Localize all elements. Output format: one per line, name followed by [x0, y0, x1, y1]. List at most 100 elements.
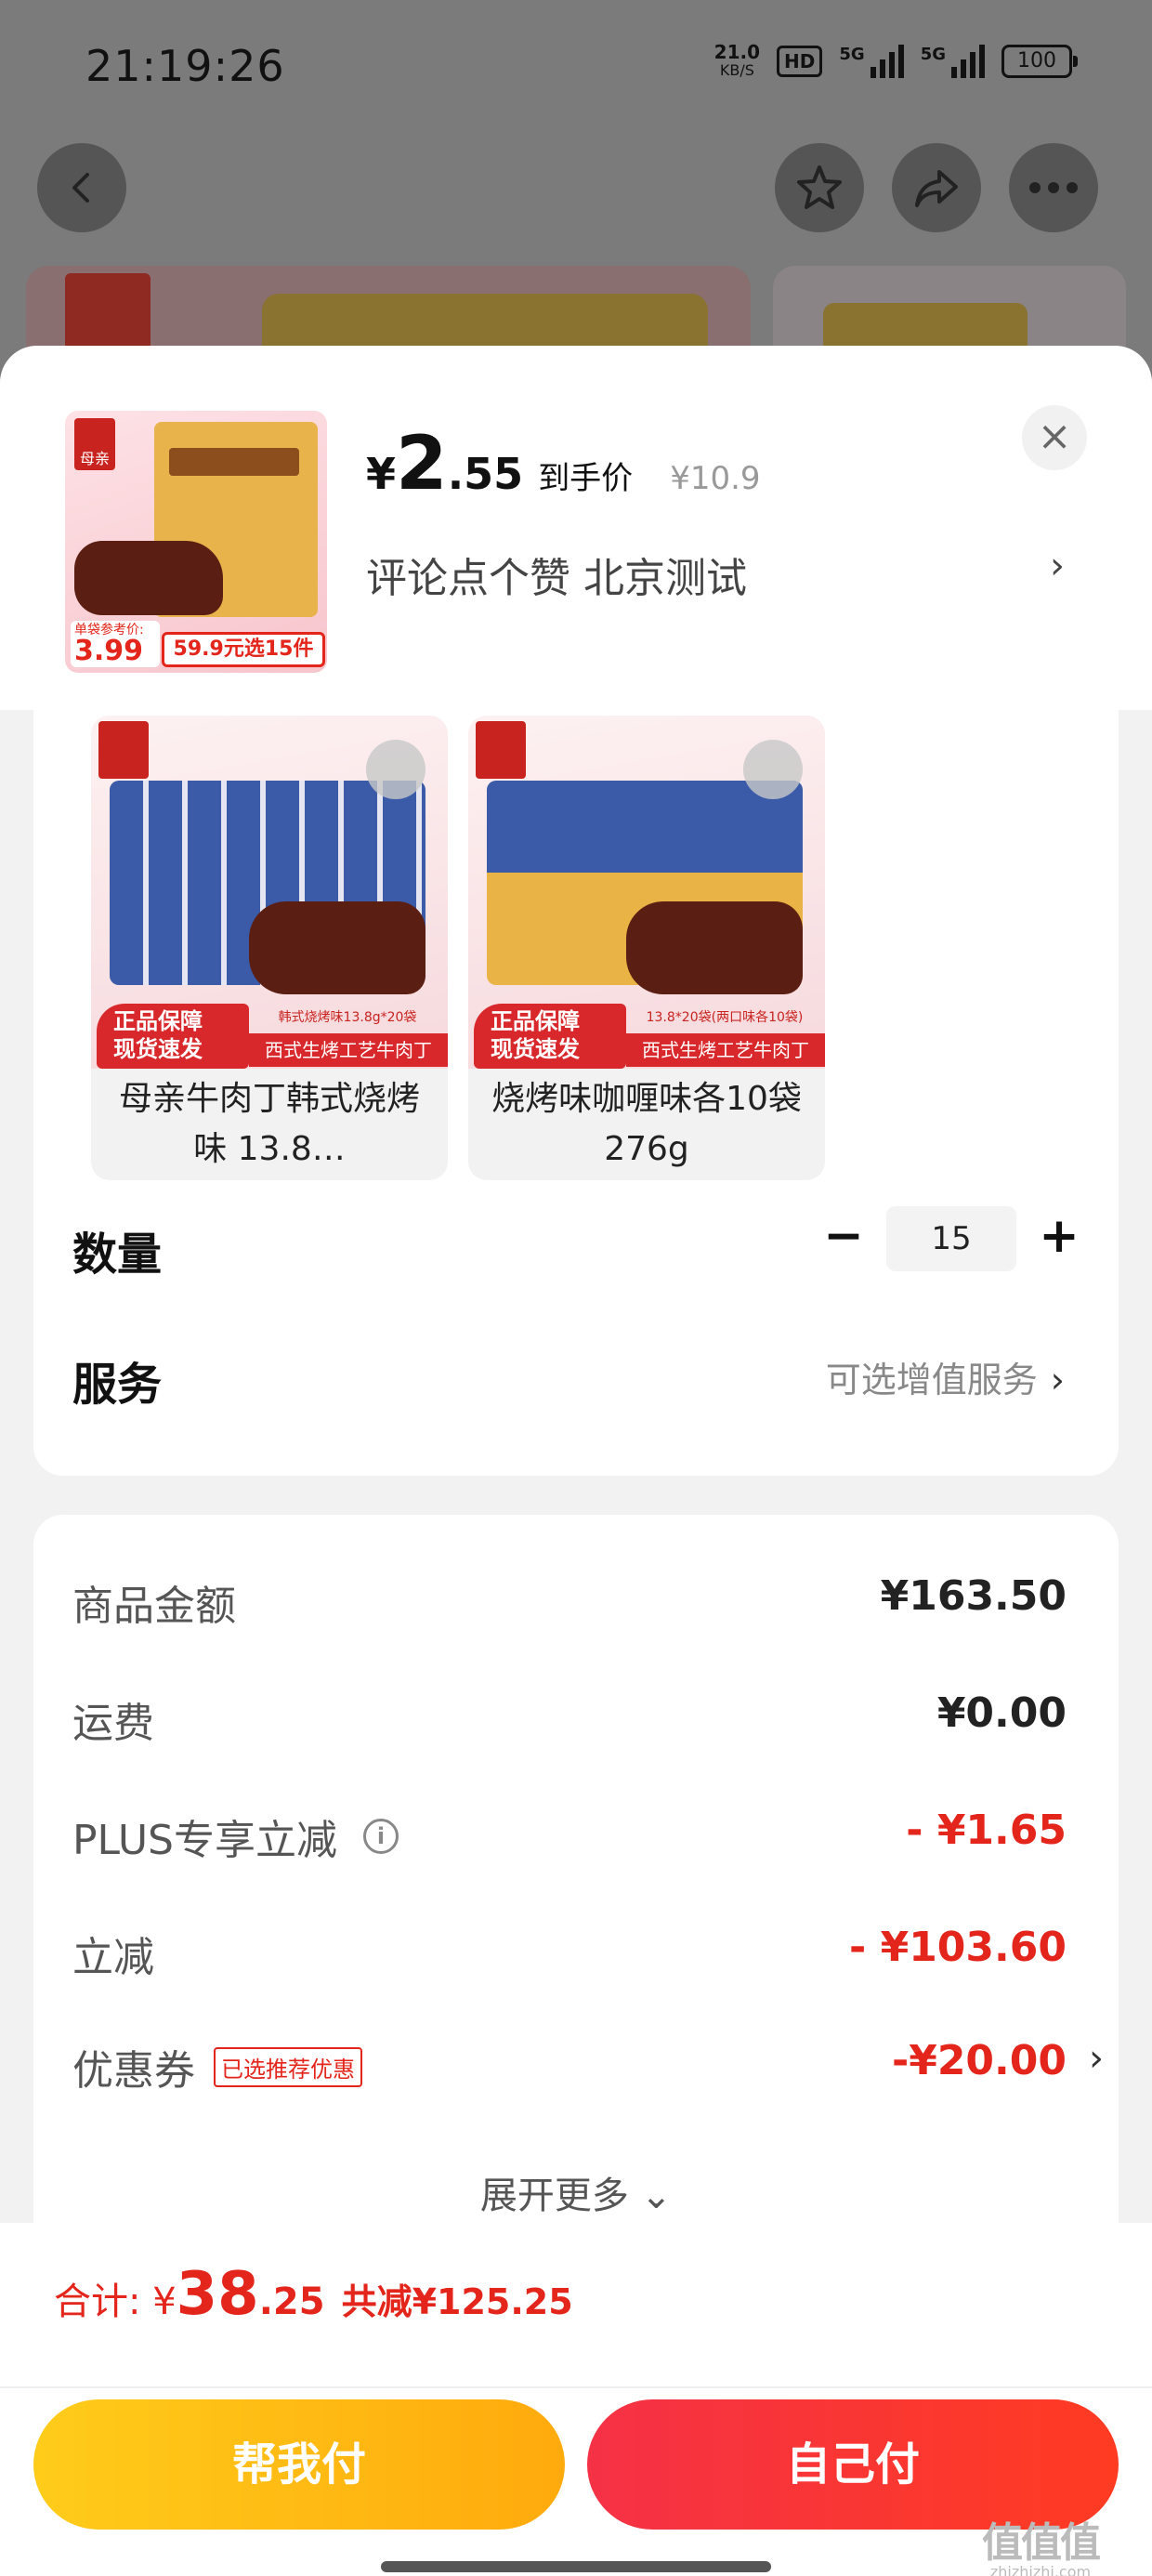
meat-image [74, 541, 223, 615]
fee-value: ¥0.00 [936, 1689, 1067, 1737]
fee-row: 运费 ¥0.00 [72, 1689, 1067, 1755]
promo-badge: 59.9元选15件 [162, 632, 325, 667]
variant-sub: 西式生烤工艺牛肉丁 [626, 1033, 825, 1067]
total-label: 合计: ¥ [54, 2280, 177, 2323]
divider [0, 2386, 1152, 2388]
price-currency: ¥ [366, 449, 397, 499]
ref-price: 3.99 [74, 635, 144, 667]
coupon-tag: 已选推荐优惠 [214, 2046, 362, 2087]
price-breakdown-card: 商品金额 ¥163.50 运费 ¥0.00 PLUS专享立减 i - ¥1.65 … [33, 1515, 1119, 2258]
chevron-right-icon: › [1089, 2037, 1104, 2080]
fee-value: ¥163.50 [880, 1572, 1067, 1620]
increase-button[interactable]: + [1031, 1208, 1087, 1264]
service-label: 服务 [72, 1359, 163, 1411]
fee-value: - ¥1.65 [906, 1807, 1067, 1854]
favorite-button[interactable] [775, 143, 864, 232]
variant-desc: 13.8*20袋(两口味各10袋) [646, 1010, 804, 1025]
original-price: ¥10.9 [670, 460, 761, 497]
brand-logo: 母亲 [74, 418, 115, 470]
coupon-row[interactable]: 优惠券 已选推荐优惠 -¥20.00 › [72, 2037, 1104, 2102]
total-integer: 38 [176, 2260, 259, 2329]
variant-sub: 西式生烤工艺牛肉丁 [249, 1033, 448, 1067]
signal-icon-2: 5G [921, 45, 985, 78]
watermark-text: 值值值 [982, 2519, 1101, 2567]
status-icons: 21.0 KB/S HD 5G 5G 100 [714, 43, 1078, 80]
net-speed-unit: KB/S [719, 61, 754, 79]
selected-spec[interactable]: 评论点个赞 北京测试 [366, 545, 747, 604]
fee-label: 商品金额 [72, 1583, 236, 1630]
price-row: ¥ 2 .55 到手价 ¥10.9 [366, 420, 761, 506]
fee-row: 商品金额 ¥163.50 [72, 1572, 1067, 1637]
fee-label: 运费 [72, 1700, 154, 1747]
guarantee-line-2: 现货速发 [113, 1036, 203, 1062]
variant-desc: 韩式烧烤味13.8g*20袋 [278, 1010, 417, 1025]
variant-image: 正品保障 现货速发 13.8*20袋(两口味各10袋) 西式生烤工艺牛肉丁 [468, 716, 825, 1069]
chevron-right-icon: › [1050, 1360, 1065, 1400]
back-button[interactable] [37, 143, 126, 232]
status-time: 21:19:26 [85, 41, 285, 91]
meat-image [249, 901, 425, 994]
info-icon[interactable]: i [363, 1819, 399, 1854]
signal-icon: 5G [839, 45, 904, 78]
decrease-button[interactable]: − [816, 1208, 871, 1264]
share-button[interactable] [892, 143, 981, 232]
fee-label: PLUS专享立减 i [72, 1807, 399, 1866]
fee-label: 优惠券 已选推荐优惠 [72, 2037, 362, 2096]
fee-label: 立减 [72, 1934, 154, 1981]
close-icon: × [1037, 413, 1072, 460]
fee-row: PLUS专享立减 i - ¥1.65 [72, 1807, 1067, 1872]
guarantee-line-1: 正品保障 [491, 1008, 580, 1034]
total-savings: 共减¥125.25 [341, 2281, 573, 2322]
plus-discount-label: PLUS专享立减 [72, 1817, 337, 1864]
pack-label [169, 448, 299, 476]
status-bar: 21:19:26 21.0 KB/S HD 5G 5G 100 [0, 0, 1152, 139]
purchase-sheet: 母亲 单袋参考价: 3.99元 59.9元选15件 ¥ 2 .55 到手价 ¥1… [0, 346, 1152, 2576]
total-price: 合计: ¥ 38 .25 共减¥125.25 [54, 2260, 573, 2329]
variant-name: 母亲牛肉丁韩式烧烤味 13.8… [118, 1080, 420, 1168]
meat-image [626, 901, 803, 994]
hd-icon: HD [777, 46, 823, 77]
close-button[interactable]: × [1022, 405, 1087, 470]
net-speed-value: 21.0 [713, 41, 761, 63]
guarantee-badge: 正品保障 现货速发 [97, 1004, 249, 1069]
fee-value: -¥20.00 [891, 2037, 1067, 2084]
expand-icon[interactable] [366, 740, 425, 799]
fee-row: 立减 - ¥103.60 [72, 1924, 1067, 1989]
variant-option[interactable]: 正品保障 现货速发 韩式烧烤味13.8g*20袋 西式生烤工艺牛肉丁 母亲牛肉丁韩… [91, 716, 448, 1180]
more-button[interactable] [1009, 143, 1098, 232]
guarantee-line-2: 现货速发 [491, 1036, 580, 1062]
brand-logo [98, 721, 149, 779]
coupon-label: 优惠券 [72, 2047, 195, 2095]
expand-more-button[interactable]: 展开更多 ⌄ [33, 2165, 1119, 2219]
quantity-label: 数量 [72, 1229, 163, 1281]
share-icon [915, 170, 958, 207]
signal-label: 5G [839, 45, 865, 64]
product-thumbnail[interactable]: 母亲 单袋参考价: 3.99元 59.9元选15件 [65, 411, 327, 673]
pay-for-me-button[interactable]: 帮我付 [33, 2399, 565, 2530]
service-value: 可选增值服务 [825, 1360, 1038, 1400]
background-page: 21:19:26 21.0 KB/S HD 5G 5G 100 [0, 0, 1152, 396]
chevron-left-icon [72, 173, 89, 203]
reference-price: 单袋参考价: 3.99元 [71, 621, 160, 667]
watermark-sub: zhizhizhi.com [989, 2563, 1092, 2576]
options-card: 正品保障 现货速发 韩式烧烤味13.8g*20袋 西式生烤工艺牛肉丁 母亲牛肉丁韩… [33, 710, 1119, 1476]
variant-name: 烧烤味咖喱味各10袋 276g [491, 1080, 802, 1168]
service-selector[interactable]: 可选增值服务 › [826, 1351, 1065, 1402]
expand-icon[interactable] [743, 740, 803, 799]
price-decimal: .55 [447, 449, 524, 499]
guarantee-badge: 正品保障 现货速发 [474, 1004, 626, 1069]
home-indicator[interactable] [381, 2561, 771, 2572]
price-tag: 到手价 [538, 460, 634, 497]
guarantee-line-1: 正品保障 [113, 1008, 203, 1034]
star-icon [797, 165, 842, 209]
battery-icon: 100 [1001, 45, 1078, 78]
more-dots-icon [1029, 182, 1078, 193]
fee-value: - ¥103.60 [849, 1924, 1067, 1971]
chevron-right-icon[interactable]: › [1050, 545, 1065, 587]
signal-label-2: 5G [920, 45, 946, 64]
sheet-header: 母亲 单袋参考价: 3.99元 59.9元选15件 ¥ 2 .55 到手价 ¥1… [0, 346, 1152, 710]
quantity-input[interactable]: 15 [886, 1206, 1016, 1271]
variant-option[interactable]: 正品保障 现货速发 13.8*20袋(两口味各10袋) 西式生烤工艺牛肉丁 烧烤味… [468, 716, 825, 1180]
price-integer: 2 [396, 420, 448, 506]
net-speed: 21.0 KB/S [714, 43, 760, 80]
